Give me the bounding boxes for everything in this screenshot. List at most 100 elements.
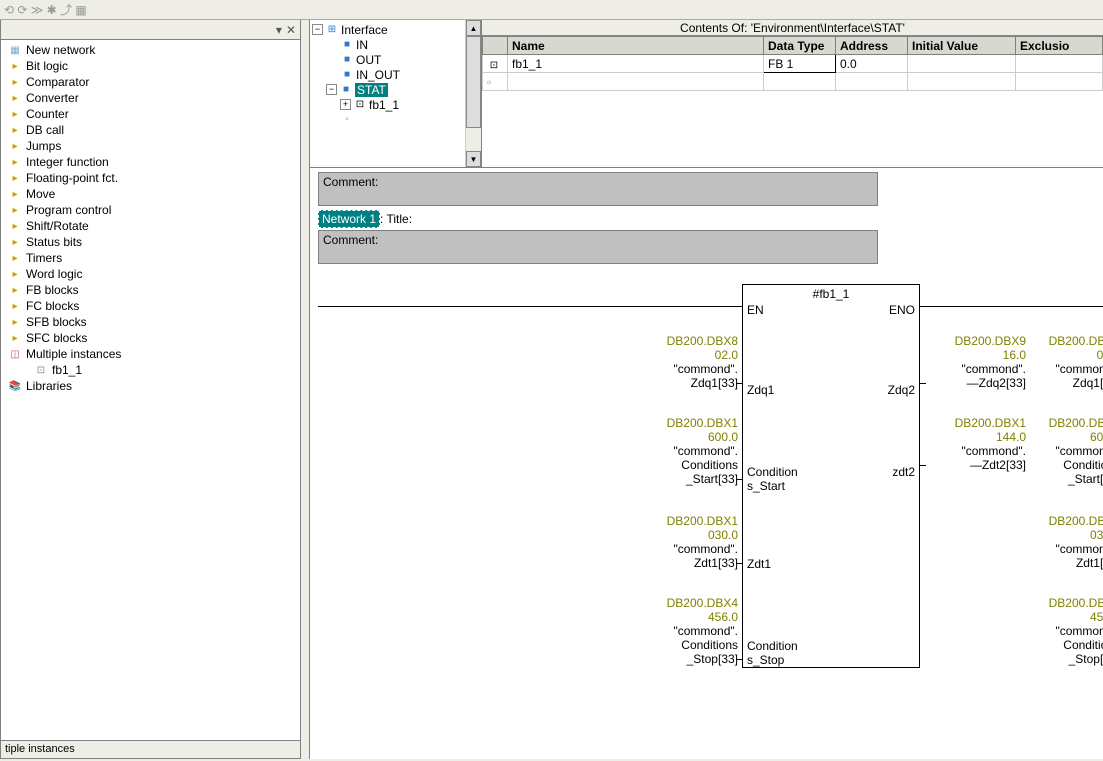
cell-addr[interactable]: 0.0 <box>836 55 908 73</box>
catalog-item[interactable]: ▸Integer function <box>5 154 300 170</box>
scroll-down-icon[interactable]: ▼ <box>466 151 481 167</box>
toolbar-icons[interactable]: ⟲ ⟳ ≫ ✱ ⤴ ▦ <box>4 1 87 18</box>
catalog-item[interactable]: ◫Multiple instances <box>5 346 300 362</box>
interface-icon: ⊞ <box>325 24 339 35</box>
interface-root[interactable]: Interface <box>341 23 388 37</box>
top-toolbar: ⟲ ⟳ ≫ ✱ ⤴ ▦ <box>0 0 1103 20</box>
catalog-item[interactable]: 📚Libraries <box>5 378 300 394</box>
cell-name[interactable]: fb1_1 <box>508 55 764 73</box>
operand-label[interactable]: DB200.DBX1600.0"commond".Conditions_Star… <box>650 416 738 486</box>
table-row[interactable]: ⊡ fb1_1 FB 1 0.0 <box>483 55 1103 73</box>
fb-title: #fb1_1 <box>743 285 919 303</box>
catalog-header: ▾ ✕ <box>1 20 300 40</box>
interface-scrollbar[interactable]: ▲ ▼ <box>465 20 481 167</box>
operand-label[interactable]: DB200.DBX4456.0"commond".Conditions_Stop… <box>650 596 738 666</box>
wire <box>736 659 742 660</box>
operand-label[interactable]: DB200.DBX1144.0"commond".—Zdt2[33] <box>926 416 1026 472</box>
catalog-item[interactable]: ▸Floating-point fct. <box>5 170 300 186</box>
folder-icon: ▸ <box>7 236 23 249</box>
col-name[interactable]: Name <box>508 37 764 55</box>
operand-label[interactable]: DB200.DBX1030.0"commond".Zdt1[33] <box>650 514 738 570</box>
operand-label[interactable]: DB200.DBX1030.1"commond".Zdt1[34] <box>1032 514 1103 570</box>
catalog-item-label: Converter <box>26 91 79 105</box>
interface-table[interactable]: Name Data Type Address Initial Value Exc… <box>482 36 1103 91</box>
cell-init[interactable] <box>908 55 1016 73</box>
ladder-editor[interactable]: Comment: Network 1: Title: Comment: #fb1… <box>310 168 1103 759</box>
table-row[interactable]: ▫ <box>483 73 1103 91</box>
operand-label[interactable]: DB200.DBX4456.1"commond".Conditions_Stop… <box>1032 596 1103 666</box>
if-node-out[interactable]: OUT <box>356 53 381 67</box>
col-excl[interactable]: Exclusio <box>1016 37 1103 55</box>
power-rail <box>318 306 1103 307</box>
catalog-panel: ▾ ✕ ▦New network▸Bit logic▸Comparator▸Co… <box>0 20 301 759</box>
catalog-item-label: Timers <box>26 251 62 265</box>
collapse-icon[interactable]: − <box>326 84 337 95</box>
folder-icon: ▸ <box>7 316 23 329</box>
col-init[interactable]: Initial Value <box>908 37 1016 55</box>
catalog-item[interactable]: ▸Program control <box>5 202 300 218</box>
catalog-item[interactable]: ▸SFC blocks <box>5 330 300 346</box>
catalog-item[interactable]: ▸FC blocks <box>5 298 300 314</box>
catalog-tree[interactable]: ▦New network▸Bit logic▸Comparator▸Conver… <box>1 40 300 740</box>
catalog-item-label: FB blocks <box>26 283 79 297</box>
col-addr[interactable]: Address <box>836 37 908 55</box>
block-comment[interactable]: Comment: <box>318 172 878 206</box>
catalog-item[interactable]: ▸Timers <box>5 250 300 266</box>
cell-excl[interactable] <box>1016 55 1103 73</box>
fb-instance-block[interactable]: #fb1_1ENENOZdq1Condition s_StartZdt1Cond… <box>742 284 920 668</box>
catalog-item[interactable]: ▸Status bits <box>5 234 300 250</box>
instance-icon: ⊡ <box>33 364 49 377</box>
close-icon[interactable]: ✕ <box>284 23 298 37</box>
catalog-item[interactable]: ▦New network <box>5 42 300 58</box>
expand-icon[interactable]: + <box>340 99 351 110</box>
param-icon: ■ <box>340 69 354 80</box>
ladder-diagram[interactable]: #fb1_1ENENOZdq1Condition s_StartZdt1Cond… <box>318 284 1103 704</box>
catalog-item[interactable]: ▸Comparator <box>5 74 300 90</box>
network-title-row[interactable]: Network 1: Title: <box>318 212 1103 226</box>
if-node-in[interactable]: IN <box>356 38 368 52</box>
catalog-item[interactable]: ▸Jumps <box>5 138 300 154</box>
interface-tree[interactable]: − ⊞ Interface ■ IN ■ OUT ■ IN_OUT <box>310 20 481 167</box>
vertical-splitter[interactable] <box>301 20 309 759</box>
catalog-item[interactable]: ▸FB blocks <box>5 282 300 298</box>
folder-icon: ▸ <box>7 172 23 185</box>
operand-label[interactable]: DB200.DBX802.0"commond".Zdq1[33] <box>650 334 738 390</box>
catalog-item[interactable]: ▸SFB blocks <box>5 314 300 330</box>
scroll-thumb[interactable] <box>466 36 481 128</box>
eno-port: ENO <box>889 303 915 317</box>
catalog-item-label: Word logic <box>26 267 82 281</box>
cell-type[interactable]: FB 1 <box>764 55 836 73</box>
scroll-up-icon[interactable]: ▲ <box>466 20 481 36</box>
catalog-item-label: SFC blocks <box>26 331 87 345</box>
operand-label[interactable]: DB200.DBX802.1"commond".Zdq1[34] <box>1032 334 1103 390</box>
catalog-item[interactable]: ▸Word logic <box>5 266 300 282</box>
folder-icon: ◫ <box>7 348 23 361</box>
if-node-stat[interactable]: STAT <box>355 83 388 97</box>
input-port: Condition s_Stop <box>747 639 798 667</box>
if-node-inout[interactable]: IN_OUT <box>356 68 400 82</box>
instance-icon: ⊡ <box>487 60 501 71</box>
folder-icon: ▸ <box>7 204 23 217</box>
network-comment[interactable]: Comment: <box>318 230 878 264</box>
network-badge[interactable]: Network 1 <box>318 210 380 228</box>
collapse-icon[interactable]: − <box>312 24 323 35</box>
restore-icon[interactable]: ▾ <box>274 23 284 37</box>
catalog-item[interactable]: ▸Move <box>5 186 300 202</box>
catalog-item-label: SFB blocks <box>26 315 87 329</box>
catalog-item-label: Bit logic <box>26 59 68 73</box>
operand-label[interactable]: DB200.DBX916.0"commond".—Zdq2[33] <box>926 334 1026 390</box>
folder-icon: ▸ <box>7 268 23 281</box>
catalog-item[interactable]: ▸Converter <box>5 90 300 106</box>
catalog-item[interactable]: ▸DB call <box>5 122 300 138</box>
param-icon: ▫ <box>340 114 354 125</box>
catalog-item[interactable]: ▸Shift/Rotate <box>5 218 300 234</box>
catalog-item[interactable]: ▸Bit logic <box>5 58 300 74</box>
catalog-item-label: Status bits <box>26 235 82 249</box>
operand-label[interactable]: DB200.DBX1600.1"commond".Conditions_Star… <box>1032 416 1103 486</box>
param-icon: ■ <box>339 84 353 95</box>
if-node-fb11[interactable]: fb1_1 <box>369 98 399 112</box>
col-type[interactable]: Data Type <box>764 37 836 55</box>
catalog-item[interactable]: ▸Counter <box>5 106 300 122</box>
status-bar: tiple instances <box>1 740 300 758</box>
catalog-sub-item[interactable]: ⊡fb1_1 <box>5 362 300 378</box>
